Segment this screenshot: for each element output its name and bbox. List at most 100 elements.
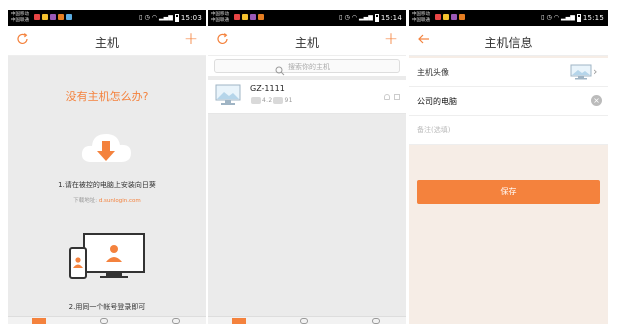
notification-bell-icon[interactable] (384, 94, 390, 100)
screen-host-info: 中国移动 中国联通 ▯ ◷ ◠ ▂▄▆ 15:15 主机信息 主机头像 › 公司… (409, 10, 608, 324)
cloud-download-icon (78, 128, 134, 172)
status-time: 15:03 (180, 13, 202, 22)
empty-state: 没有主机怎么办? 1.请在被控的电脑上安装向日葵 下载地址: d.sunlogi… (8, 56, 206, 324)
app-notification-icon (250, 14, 256, 20)
redacted-mark (251, 97, 261, 104)
app-notification-icon (34, 14, 40, 20)
app-notification-icon (242, 14, 248, 20)
alarm-icon: ◷ (546, 14, 552, 21)
top-bar: 主机信息 (409, 26, 608, 56)
page-title: 主机 (294, 36, 319, 50)
status-right: ▯ ◷ ◠ ▂▄▆ 15:15 (541, 13, 604, 22)
vibrate-icon: ▯ (139, 14, 143, 21)
download-label: 下载地址: (73, 198, 98, 204)
redacted-mark (273, 97, 284, 104)
page-title: 主机 (94, 36, 119, 50)
battery-icon (576, 13, 581, 22)
notification-icons (234, 14, 264, 20)
app-notification-icon (435, 14, 441, 20)
avatar-label: 主机头像 (417, 68, 449, 77)
status-bar: 中国移动 中国联通 ▯ ◷ ◠ ▂▄▆ 15:03 (8, 10, 206, 26)
carrier-info: 中国移动 中国联通 (412, 12, 430, 24)
top-bar: 主机 + (208, 26, 406, 56)
tab-discover[interactable] (300, 318, 308, 324)
status-right: ▯ ◷ ◠ ▂▄▆ 15:14 (339, 13, 402, 22)
install-instruction: 1.请在被控的电脑上安装向日葵 (58, 181, 156, 189)
plus-icon[interactable]: + (383, 31, 399, 48)
host-name-value: 公司的电脑 (417, 97, 457, 106)
vibrate-icon: ▯ (339, 14, 343, 21)
vibrate-icon: ▯ (541, 14, 545, 21)
app-notification-icon (443, 14, 449, 20)
login-instruction: 2.用同一个帐号登录即可 (68, 303, 146, 311)
host-ip: 4.2 91 (250, 97, 293, 104)
alarm-icon: ◷ (344, 14, 350, 21)
alarm-icon: ◷ (144, 14, 150, 21)
host-ip-part: 91 (284, 97, 293, 104)
host-ip-part: 4.2 (262, 97, 273, 104)
signal-icon: ▂▄▆ (560, 14, 575, 21)
battery-icon (374, 13, 379, 22)
search-icon (275, 61, 285, 76)
carrier-2: 中国联通 (11, 18, 29, 23)
bottom-tab-bar (8, 316, 206, 324)
status-time: 15:15 (582, 13, 604, 22)
screen-host-list: 中国移动 中国联通 ▯ ◷ ◠ ▂▄▆ 15:14 主机 + 搜索你的主机 GZ… (208, 10, 406, 324)
host-name: GZ-1111 (250, 84, 285, 93)
avatar-row[interactable]: 主机头像 › (409, 58, 608, 87)
carrier-info: 中国移动 中国联通 (11, 12, 29, 24)
app-notification-icon (58, 14, 64, 20)
battery-icon (174, 13, 179, 22)
save-button[interactable]: 保存 (417, 180, 600, 204)
status-right: ▯ ◷ ◠ ▂▄▆ 15:03 (139, 13, 202, 22)
plus-icon[interactable]: + (183, 31, 199, 48)
top-bar: 主机 + (8, 26, 206, 56)
tab-me[interactable] (172, 318, 180, 324)
host-name-field[interactable]: 公司的电脑 × (409, 87, 608, 116)
app-notification-icon (451, 14, 457, 20)
status-bar: 中国移动 中国联通 ▯ ◷ ◠ ▂▄▆ 15:14 (208, 10, 406, 26)
app-notification-icon (459, 14, 465, 20)
download-link[interactable]: d.sunlogin.com (99, 198, 141, 204)
signal-icon: ▂▄▆ (358, 14, 373, 21)
devices-illustration (68, 232, 148, 286)
carrier-2: 中国联通 (412, 18, 430, 23)
status-bar: 中国移动 中国联通 ▯ ◷ ◠ ▂▄▆ 15:15 (409, 10, 608, 26)
host-info-form: 主机头像 › 公司的电脑 × 备注(选填) 保存 (409, 56, 608, 324)
signal-icon: ▂▄▆ (158, 14, 173, 21)
carrier-info: 中国移动 中国联通 (211, 12, 229, 24)
wifi-icon: ◠ (553, 14, 559, 21)
host-monitor-icon (215, 84, 241, 110)
tab-me[interactable] (372, 318, 380, 324)
notification-icons (34, 14, 72, 20)
search-placeholder: 搜索你的主机 (288, 63, 330, 71)
app-notification-icon (66, 14, 72, 20)
tab-hosts[interactable] (32, 318, 46, 324)
page-title: 主机信息 (484, 36, 533, 50)
app-notification-icon (50, 14, 56, 20)
status-time: 15:14 (380, 13, 402, 22)
app-notification-icon (42, 14, 48, 20)
note-placeholder: 备注(选填) (417, 126, 451, 134)
chevron-right-icon: › (593, 65, 598, 78)
note-field[interactable]: 备注(选填) (409, 116, 608, 145)
host-avatar-icon (570, 64, 592, 84)
search-bar: 搜索你的主机 (208, 56, 406, 76)
tab-hosts[interactable] (232, 318, 246, 324)
bottom-tab-bar (208, 316, 406, 324)
screen-empty-hosts: 中国移动 中国联通 ▯ ◷ ◠ ▂▄▆ 15:03 主机 + 没有主机怎么办? … (8, 10, 206, 324)
app-notification-icon (258, 14, 264, 20)
empty-question: 没有主机怎么办? (65, 90, 149, 103)
carrier-2: 中国联通 (211, 18, 229, 23)
tab-discover[interactable] (100, 318, 108, 324)
screenshot-composite: 中国移动 中国联通 ▯ ◷ ◠ ▂▄▆ 15:03 主机 + 没有主机怎么办? … (0, 0, 618, 324)
notification-icons (435, 14, 465, 20)
wifi-icon: ◠ (351, 14, 357, 21)
host-list-item[interactable]: GZ-1111 4.2 91 (208, 80, 406, 114)
search-input[interactable]: 搜索你的主机 (214, 59, 400, 76)
windows-icon (394, 94, 400, 100)
clear-icon[interactable]: × (591, 95, 602, 106)
host-list-content: 搜索你的主机 GZ-1111 4.2 91 (208, 56, 406, 324)
app-notification-icon (234, 14, 240, 20)
wifi-icon: ◠ (151, 14, 157, 21)
